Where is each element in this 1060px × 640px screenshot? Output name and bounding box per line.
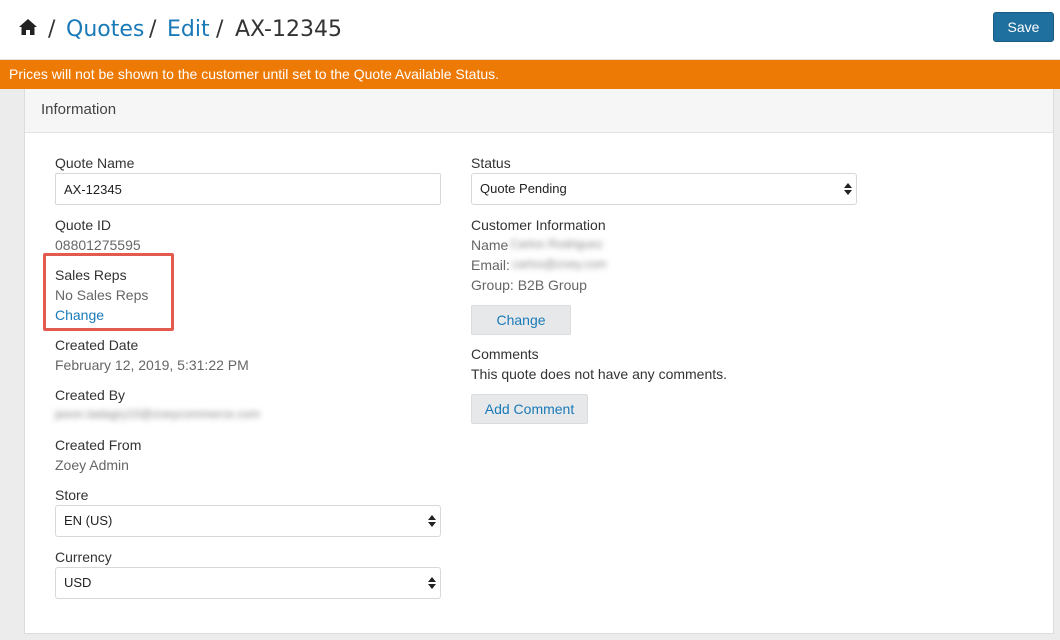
sales-reps-value: No Sales Reps: [55, 287, 149, 303]
status-warning-banner: Prices will not be shown to the customer…: [0, 60, 1060, 89]
customer-email-label: Email:: [471, 257, 510, 273]
comments-empty-text: This quote does not have any comments.: [471, 366, 728, 382]
customer-group: Group: B2B Group: [471, 277, 587, 293]
breadcrumb-separator: /: [48, 17, 56, 42]
breadcrumb-separator: /: [216, 17, 224, 42]
comments-label: Comments: [471, 346, 539, 362]
customer-info-label: Customer Information: [471, 217, 606, 233]
sales-reps-change-link[interactable]: Change: [55, 307, 104, 323]
add-comment-button[interactable]: Add Comment: [471, 394, 588, 424]
breadcrumb-separator: /: [149, 17, 157, 42]
created-by-label: Created By: [55, 387, 126, 403]
top-bar: / Quotes / Edit / AX-12345 Save: [0, 0, 1060, 60]
save-button[interactable]: Save: [993, 12, 1054, 42]
store-selected-value: EN (US): [64, 513, 113, 528]
store-select[interactable]: EN (US): [55, 505, 441, 537]
customer-name-value: Carlos Rodriguez: [510, 237, 603, 251]
panel-title: Information: [41, 101, 117, 118]
store-label: Store: [55, 487, 89, 503]
sales-reps-label: Sales Reps: [55, 267, 127, 283]
created-from-value: Zoey Admin: [55, 457, 129, 473]
created-by-value: jason.tadagry10@zoeycommerce.com: [55, 407, 260, 421]
breadcrumb-current: AX-12345: [235, 17, 342, 42]
select-arrows-icon: [844, 183, 852, 195]
customer-change-button[interactable]: Change: [471, 305, 571, 335]
quote-id-value: 08801275595: [55, 237, 141, 253]
currency-select[interactable]: USD: [55, 567, 441, 599]
created-date-label: Created Date: [55, 337, 139, 353]
breadcrumb-quotes-link[interactable]: Quotes: [66, 17, 144, 43]
status-select[interactable]: Quote Pending: [471, 173, 857, 205]
customer-email-value: carlos@zoey.com: [512, 257, 607, 271]
status-label: Status: [471, 155, 511, 171]
status-selected-value: Quote Pending: [480, 181, 567, 196]
quote-id-label: Quote ID: [55, 217, 112, 233]
home-icon[interactable]: [18, 17, 38, 37]
currency-label: Currency: [55, 549, 112, 565]
select-arrows-icon: [428, 515, 436, 527]
customer-name-label: Name: [471, 237, 509, 253]
created-date-value: February 12, 2019, 5:31:22 PM: [55, 357, 249, 373]
quote-name-input[interactable]: [55, 173, 441, 205]
quote-name-label: Quote Name: [55, 155, 135, 171]
created-from-label: Created From: [55, 437, 142, 453]
panel-header: Information: [25, 89, 1053, 133]
currency-selected-value: USD: [64, 575, 92, 590]
select-arrows-icon: [428, 577, 436, 589]
breadcrumb-edit-link[interactable]: Edit: [167, 17, 210, 43]
